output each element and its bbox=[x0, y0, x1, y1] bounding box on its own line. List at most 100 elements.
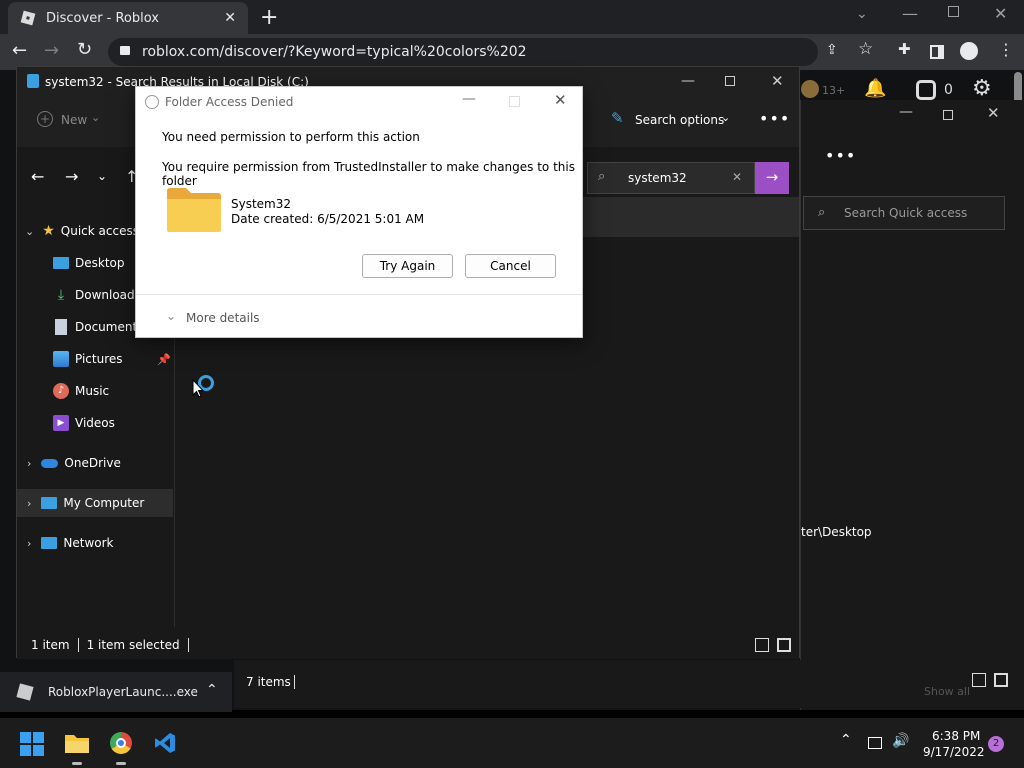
chevron-right-icon[interactable]: › bbox=[27, 537, 31, 550]
network-icon bbox=[41, 537, 58, 549]
start-button[interactable] bbox=[20, 732, 44, 756]
volume-tray-icon[interactable]: 🔊 bbox=[892, 733, 909, 749]
exp2-status-divider bbox=[294, 675, 295, 689]
download-shelf: RobloxPlayerLaunc....exe ⌃ bbox=[0, 672, 232, 712]
tiles-view-icon[interactable] bbox=[777, 638, 791, 652]
share-icon[interactable]: ⇪ bbox=[826, 42, 838, 58]
exp2-search-box[interactable]: ⌕ Search Quick access bbox=[803, 196, 1005, 230]
settings-gear-icon[interactable]: ⚙ bbox=[972, 76, 992, 101]
file-explorer-taskbar-icon[interactable] bbox=[64, 732, 90, 754]
exp2-maximize-button[interactable] bbox=[943, 110, 953, 120]
exp2-status-bar: 7 items Show all bbox=[234, 660, 1024, 708]
status-item-count: 1 item bbox=[31, 638, 70, 652]
status-divider bbox=[77, 638, 79, 652]
sidebar-item-my-computer[interactable]: › My Computer bbox=[17, 489, 173, 517]
chevron-up-icon[interactable]: ⌃ bbox=[840, 732, 852, 748]
explorer-search-icon: ⌕ bbox=[598, 169, 606, 184]
sidebar-label: Network bbox=[63, 536, 114, 550]
profile-avatar-icon[interactable] bbox=[960, 42, 978, 60]
sidebar-item-pictures[interactable]: Pictures 📌 bbox=[17, 345, 173, 373]
cancel-button[interactable]: Cancel bbox=[465, 254, 556, 278]
minimize-button[interactable]: — bbox=[902, 4, 918, 23]
restore-button[interactable] bbox=[948, 6, 959, 17]
clock-date[interactable]: 9/17/2022 bbox=[923, 745, 985, 759]
dialog-heading: You need permission to perform this acti… bbox=[162, 130, 420, 144]
reload-icon[interactable]: ↻ bbox=[77, 39, 92, 60]
notification-badge[interactable]: 2 bbox=[988, 736, 1004, 752]
exp2-show-all[interactable]: Show all bbox=[924, 685, 970, 698]
new-plus-icon[interactable]: + bbox=[37, 111, 53, 127]
close-window-button[interactable]: ✕ bbox=[994, 4, 1007, 23]
pin-icon[interactable]: 📌 bbox=[157, 353, 171, 366]
new-tab-button[interactable]: + bbox=[260, 5, 278, 30]
url-text[interactable]: roblox.com/discover/?Keyword=typical%20c… bbox=[142, 44, 527, 60]
sidebar-item-videos[interactable]: ▶ Videos bbox=[17, 409, 173, 437]
lock-icon[interactable] bbox=[120, 46, 130, 55]
sidebar-item-onedrive[interactable]: › OneDrive bbox=[17, 449, 173, 477]
sidebar-label: OneDrive bbox=[64, 456, 121, 470]
robux-count: 0 bbox=[944, 82, 953, 98]
network-tray-icon[interactable] bbox=[868, 737, 882, 749]
try-again-button[interactable]: Try Again bbox=[362, 254, 453, 278]
chevron-right-icon[interactable]: › bbox=[27, 497, 31, 510]
nav-recent-icon[interactable]: ⌄ bbox=[97, 169, 107, 183]
explorer-search-box[interactable]: ⌕ system32 ✕ bbox=[587, 162, 755, 194]
browser-tab[interactable]: Discover - Roblox ✕ bbox=[8, 2, 248, 34]
folder-icon bbox=[166, 187, 222, 233]
sidebar-item-music[interactable]: ♪ Music bbox=[17, 377, 173, 405]
explorer-window-quick-access: — ✕ ••• ⌕ Search Quick access ter\Deskto… bbox=[800, 100, 1024, 710]
search-options-icon[interactable]: ✎ bbox=[611, 109, 624, 127]
tab-search-icon[interactable]: ⌄ bbox=[856, 6, 868, 22]
browser-menu-icon[interactable]: ⋮ bbox=[998, 40, 1014, 59]
search-options-chevron-icon[interactable]: ⌄ bbox=[721, 111, 730, 124]
cloud-icon bbox=[41, 458, 59, 468]
download-chevron-up-icon[interactable]: ⌃ bbox=[206, 682, 218, 698]
star-icon: ★ bbox=[42, 223, 55, 239]
forward-icon[interactable]: → bbox=[44, 40, 59, 61]
exp2-search-placeholder: Search Quick access bbox=[844, 206, 968, 220]
explorer-maximize-button[interactable] bbox=[725, 76, 735, 86]
age-badge: 13+ bbox=[822, 84, 846, 97]
command-more-icon[interactable]: ••• bbox=[759, 109, 790, 128]
new-button[interactable]: New bbox=[61, 113, 87, 127]
dialog-minimize-button[interactable]: — bbox=[462, 91, 476, 107]
chrome-taskbar-icon[interactable] bbox=[110, 732, 132, 754]
more-details-link[interactable]: More details bbox=[186, 311, 260, 325]
nav-back-icon[interactable]: ← bbox=[31, 167, 44, 186]
chevron-right-icon[interactable]: › bbox=[27, 457, 31, 470]
side-panel-icon[interactable] bbox=[930, 45, 944, 59]
explorer-close-button[interactable]: ✕ bbox=[771, 72, 784, 90]
notifications-bell-icon[interactable]: 🔔 bbox=[864, 78, 886, 99]
search-clear-icon[interactable]: ✕ bbox=[732, 170, 742, 184]
sidebar-item-network[interactable]: › Network bbox=[17, 529, 173, 557]
dialog-close-button[interactable]: ✕ bbox=[554, 91, 567, 109]
explorer-minimize-button[interactable]: — bbox=[681, 73, 695, 89]
extensions-icon[interactable]: ✚ bbox=[898, 40, 911, 58]
robux-icon[interactable] bbox=[916, 80, 936, 100]
roblox-favicon-icon bbox=[20, 10, 36, 26]
details-view-icon[interactable] bbox=[972, 673, 986, 687]
download-file-name[interactable]: RobloxPlayerLaunc....exe bbox=[48, 685, 198, 699]
vscode-taskbar-icon[interactable] bbox=[154, 732, 176, 754]
bookmark-star-icon[interactable]: ☆ bbox=[858, 39, 873, 59]
sidebar-label: My Computer bbox=[63, 496, 145, 510]
search-go-button[interactable]: → bbox=[755, 162, 789, 194]
details-view-icon[interactable] bbox=[755, 638, 769, 652]
more-details-chevron-icon[interactable]: ⌄ bbox=[166, 309, 176, 323]
exp2-close-button[interactable]: ✕ bbox=[987, 104, 1000, 122]
back-icon[interactable]: ← bbox=[12, 40, 27, 61]
new-chevron-icon[interactable]: ⌄ bbox=[91, 111, 100, 124]
exp2-search-icon: ⌕ bbox=[818, 205, 826, 220]
folder-date-created: Date created: 6/5/2021 5:01 AM bbox=[231, 212, 425, 226]
clock-time[interactable]: 6:38 PM bbox=[932, 729, 980, 743]
tiles-view-icon[interactable] bbox=[994, 673, 1008, 687]
explorer-search-input[interactable]: system32 bbox=[628, 171, 687, 185]
search-options-button[interactable]: Search options bbox=[635, 113, 724, 127]
mouse-cursor-icon bbox=[192, 379, 204, 399]
roblox-avatar-icon[interactable] bbox=[801, 80, 819, 98]
exp2-more-icon[interactable]: ••• bbox=[825, 146, 856, 165]
tab-close-icon[interactable]: ✕ bbox=[224, 10, 236, 26]
chevron-down-icon[interactable]: ⌄ bbox=[25, 225, 34, 238]
nav-forward-icon[interactable]: → bbox=[65, 167, 78, 186]
exp2-minimize-button[interactable]: — bbox=[899, 104, 913, 120]
